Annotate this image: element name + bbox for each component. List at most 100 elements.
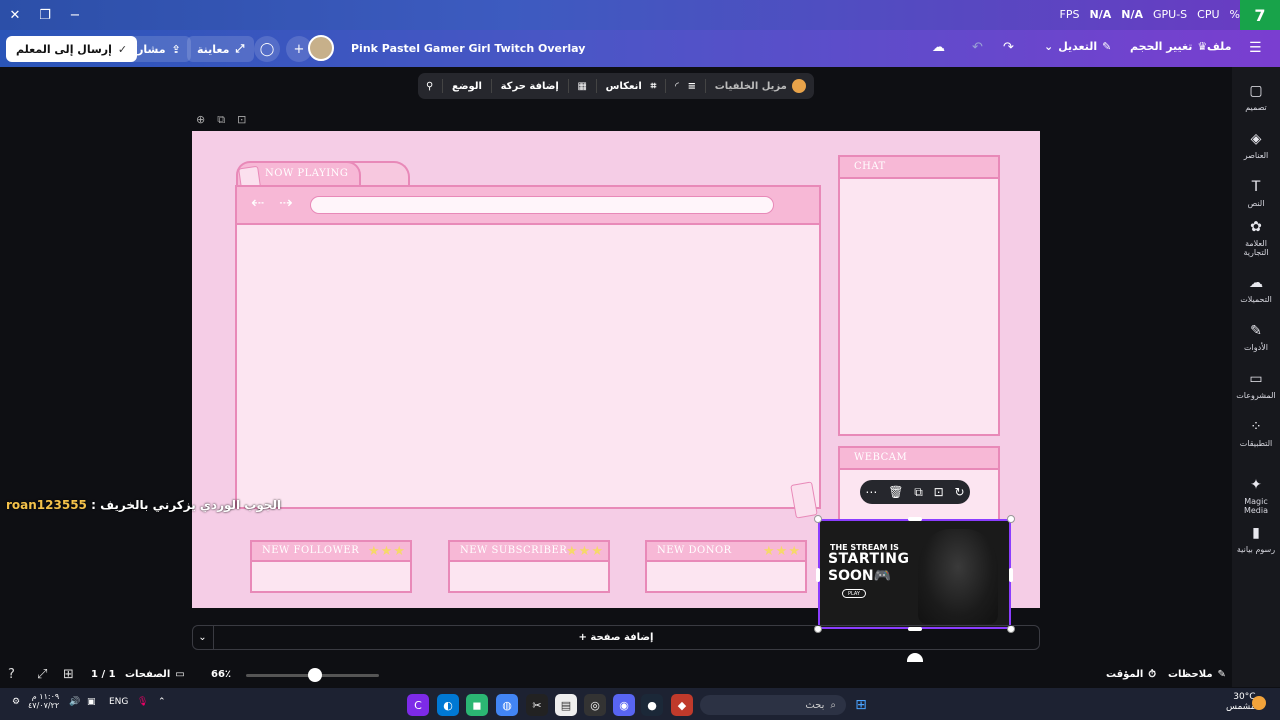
- network-icon[interactable]: ▣: [87, 697, 96, 707]
- expand-icon: ⤢: [235, 42, 245, 55]
- cloud-save-icon[interactable]: ☁: [932, 40, 945, 55]
- restore-window-button[interactable]: ❐: [30, 0, 60, 30]
- duplicate-page-icon[interactable]: ⧉: [217, 113, 225, 127]
- page-counter[interactable]: 1 / 1: [91, 669, 116, 680]
- border-style-icon[interactable]: ≡: [688, 81, 696, 92]
- trash-icon[interactable]: 🗑: [888, 485, 903, 499]
- edit-menu[interactable]: ⌄ التعديل ✎: [1044, 40, 1111, 53]
- sidebar-item-projects[interactable]: ▭ المشروعات: [1232, 371, 1280, 400]
- tools-icon: ✎: [1250, 323, 1262, 339]
- comment-icon: ◯: [259, 41, 275, 57]
- chrome-icon[interactable]: ◍: [496, 694, 518, 716]
- new-donor-label: NEW DONOR: [657, 545, 732, 556]
- stars-icon: ★★★: [566, 544, 604, 559]
- preview-label: معاينة: [197, 42, 230, 56]
- capcut-icon[interactable]: ✂: [526, 694, 548, 716]
- zoom-slider-knob[interactable]: [308, 668, 322, 682]
- sidebar-item-charts[interactable]: ▮ رسوم بيانية: [1232, 525, 1280, 554]
- resize-menu[interactable]: تغيير الحجم ♛: [1130, 40, 1207, 53]
- background-remover-button[interactable]: مزيل الخلفيات: [715, 79, 806, 93]
- flip-button[interactable]: انعكاس: [606, 81, 642, 92]
- sidebar-item-tools[interactable]: ✎ الأدوات: [1232, 323, 1280, 352]
- speaker-icon[interactable]: 🔊: [69, 697, 80, 707]
- preview-button[interactable]: معاينة ⤢: [187, 36, 255, 62]
- sidebar-item-text[interactable]: T النص: [1232, 179, 1280, 208]
- resize-handle[interactable]: [1009, 568, 1013, 582]
- grid-view-icon[interactable]: ⊞: [63, 667, 74, 682]
- discord-icon[interactable]: ◉: [613, 694, 635, 716]
- sidebar-item-brand[interactable]: ✿ العلامة التجارية: [1232, 219, 1280, 257]
- comment-button[interactable]: ◯: [254, 36, 280, 62]
- minimize-window-button[interactable]: −: [60, 0, 90, 30]
- tray-chevron-icon[interactable]: ⌃: [158, 697, 166, 707]
- user-avatar[interactable]: [308, 35, 334, 61]
- selected-image-element[interactable]: THE STREAM IS STARTING SOON🎮 PLAY: [818, 519, 1011, 629]
- add-page-button[interactable]: + إضافة صفحة: [192, 625, 1040, 650]
- collapse-pages-button[interactable]: ⌄: [192, 625, 214, 650]
- settings-icon[interactable]: ⚙: [12, 697, 20, 707]
- document-title[interactable]: Pink Pastel Gamer Girl Twitch Overlay: [351, 42, 585, 55]
- new-subscriber-label: NEW SUBSCRIBER: [460, 545, 568, 556]
- sidebar-item-design[interactable]: ▢ تصميم: [1232, 83, 1280, 112]
- notes-button[interactable]: ملاحظات ✎: [1168, 669, 1226, 680]
- edge-icon[interactable]: ◐: [437, 694, 459, 716]
- pages-button[interactable]: الصفحات ▭: [125, 669, 185, 680]
- apps-icon: ⁘: [1250, 419, 1262, 435]
- refresh-icon[interactable]: ↻: [955, 485, 965, 499]
- lock-icon[interactable]: ⊡: [237, 113, 246, 127]
- resize-handle[interactable]: [1007, 515, 1015, 523]
- rotate-handle-icon[interactable]: [907, 653, 923, 662]
- design-icon: ▢: [1249, 83, 1263, 99]
- microphone-icon[interactable]: 🎙: [137, 697, 148, 707]
- hooded-figure-image: [918, 529, 998, 624]
- more-icon[interactable]: ⋯: [865, 485, 877, 499]
- corner-radius-icon[interactable]: ◜: [675, 81, 679, 92]
- share-label: مشاركة: [124, 42, 166, 56]
- sidebar-item-apps[interactable]: ⁘ التطبيقات: [1232, 419, 1280, 448]
- redo-icon[interactable]: ↷: [1003, 40, 1014, 55]
- sidebar-item-label: رسوم بيانية: [1236, 545, 1276, 554]
- transparency-icon[interactable]: ▦: [578, 81, 587, 92]
- paint-roller-icon[interactable]: ⚲: [426, 81, 433, 92]
- resize-handle[interactable]: [816, 568, 820, 582]
- undo-icon[interactable]: ↶: [972, 40, 983, 55]
- add-note-icon[interactable]: ⊕: [196, 113, 205, 127]
- windows-start-icon[interactable]: ⊞: [850, 694, 872, 716]
- copy-icon[interactable]: ⧉: [914, 485, 923, 500]
- divider: [490, 79, 492, 93]
- percent-label: %: [1229, 8, 1240, 21]
- app-icon[interactable]: ◼: [466, 694, 488, 716]
- language-indicator[interactable]: ENG: [109, 697, 128, 707]
- clock[interactable]: ١١:٠٩ م ٤٧/٠٧/٢٢: [28, 692, 59, 710]
- context-toolbar: ⚲ الوضع إضافة حركة ▦ انعكاس ⌗ ◜ ≡ مزيل ا…: [418, 73, 814, 99]
- sidebar-item-uploads[interactable]: ☁ التحميلات: [1232, 275, 1280, 304]
- resize-handle[interactable]: [908, 517, 922, 521]
- resize-handle[interactable]: [814, 515, 822, 523]
- folder-icon: ▭: [1249, 371, 1263, 387]
- sidebar-item-label: تصميم: [1245, 103, 1267, 112]
- new-donor-box: NEW DONOR ★★★: [645, 540, 807, 593]
- hamburger-icon[interactable]: ☰: [1249, 40, 1262, 56]
- sidebar-item-elements[interactable]: ◈ العناصر: [1232, 131, 1280, 160]
- crop-icon[interactable]: ⌗: [651, 81, 657, 92]
- search-placeholder: بحث: [805, 699, 825, 711]
- app-icon[interactable]: ◎: [584, 694, 606, 716]
- lock-icon[interactable]: ⊡: [934, 485, 944, 499]
- pages-label: الصفحات: [125, 669, 171, 680]
- canva-icon[interactable]: C: [407, 694, 429, 716]
- steam-icon[interactable]: ●: [641, 694, 663, 716]
- zoom-level[interactable]: 66٪: [211, 669, 231, 680]
- animate-button[interactable]: إضافة حركة: [501, 81, 559, 92]
- taskbar-search[interactable]: بحث ⌕: [700, 695, 846, 715]
- position-button[interactable]: الوضع: [452, 81, 482, 92]
- brave-browser-icon[interactable]: ◆: [671, 694, 693, 716]
- file-menu[interactable]: ملف: [1207, 40, 1231, 53]
- sidebar-item-magic-media[interactable]: ✦ Magic Media: [1232, 477, 1280, 515]
- timer-button[interactable]: المؤقت ⏱: [1106, 669, 1156, 680]
- help-icon[interactable]: ?: [8, 667, 15, 682]
- close-window-button[interactable]: ✕: [0, 0, 30, 30]
- file-icon[interactable]: ▤: [555, 694, 577, 716]
- back-arrow-icon: ⇠: [251, 193, 265, 212]
- fullscreen-icon[interactable]: ⤢: [37, 667, 47, 682]
- share-button[interactable]: مشاركة ⇪: [114, 36, 191, 62]
